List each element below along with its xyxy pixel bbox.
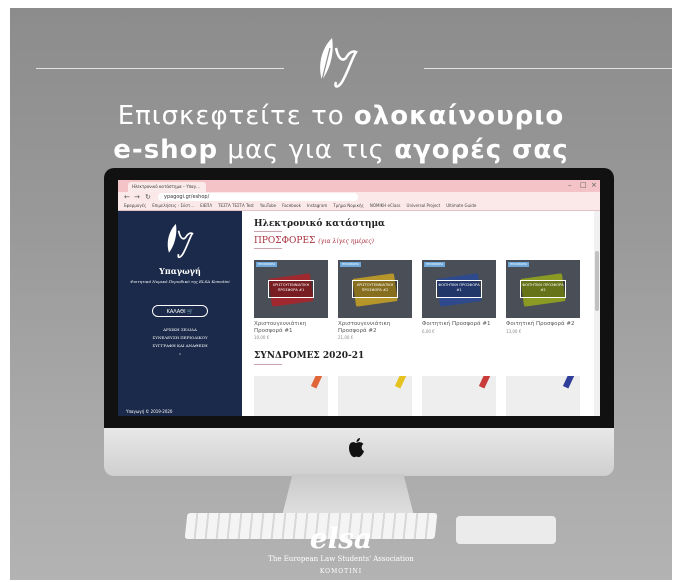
minimize-icon[interactable]: – bbox=[568, 181, 572, 189]
forward-icon[interactable]: → bbox=[134, 192, 140, 202]
sidebar-title: Υπαγωγή bbox=[159, 266, 201, 276]
maximize-icon[interactable]: □ bbox=[580, 181, 587, 189]
bookmarks-bar: Εφαρμογές Επιμελήσεις - Σύστ... ΕΙΕΠΛ ΤΕΣΤΑ… bbox=[118, 202, 600, 211]
headline-2-bold: e-shop bbox=[113, 135, 219, 165]
product-tag: ΠΡΟΣΦΟΡΑ bbox=[508, 262, 529, 267]
subscription-stripe bbox=[562, 376, 576, 389]
headline-2-normal: μας για τις bbox=[218, 135, 395, 165]
product-badge: ΦΟΙΤΗΤΙΚΗ ΠΡΟΣΦΟΡΑ #2 bbox=[520, 280, 566, 298]
bookmark-item[interactable]: ΝΟΜΙΚΗ eClass bbox=[370, 203, 401, 208]
subscriptions-title: ΣΥΝΔΡΟΜΕΣ 2020-21 bbox=[254, 351, 365, 361]
ypagogi-logo-icon bbox=[320, 38, 358, 88]
bookmark-item[interactable]: Instagram bbox=[307, 203, 327, 208]
headline-line-1: Επισκεφτείτε το ολοκαίνουριο bbox=[10, 101, 672, 131]
site-sidebar: Υπαγωγή Φοιτητικό Νομικό Περιοδικό της E… bbox=[118, 211, 242, 416]
close-icon[interactable]: × bbox=[591, 181, 597, 189]
reload-icon[interactable]: ↻ bbox=[145, 192, 151, 202]
subscriptions-underline bbox=[254, 364, 282, 365]
product-image[interactable]: ΦΟΙΤΗΤΙΚΗ ΠΡΟΣΦΟΡΑ #1 ΠΡΟΣΦΟΡΑ bbox=[422, 260, 496, 318]
subscription-card[interactable] bbox=[506, 376, 580, 416]
subscription-card[interactable] bbox=[254, 376, 328, 416]
back-icon[interactable]: ← bbox=[124, 192, 130, 202]
product-image[interactable]: ΦΟΙΤΗΤΙΚΗ ΠΡΟΣΦΟΡΑ #2 ΠΡΟΣΦΟΡΑ bbox=[506, 260, 580, 318]
subscription-stripe bbox=[478, 376, 492, 389]
sidebar-logo-icon bbox=[167, 223, 194, 259]
sidebar-subtitle: Φοιτητικό Νομικό Περιοδικό της ELSA Komo… bbox=[130, 279, 230, 284]
decorative-line-right bbox=[424, 68, 672, 69]
product-tag: ΠΡΟΣΦΟΡΑ bbox=[340, 262, 361, 267]
cart-button[interactable]: ΚΑΛΑΘΙ 🛒 bbox=[152, 305, 208, 317]
headline-1-normal: Επισκεφτείτε το bbox=[117, 101, 354, 131]
headline-2-bold-2: αγορές σας bbox=[394, 135, 569, 165]
product-card[interactable]: ΦΟΙΤΗΤΙΚΗ ΠΡΟΣΦΟΡΑ #2 ΠΡΟΣΦΟΡΑ Φοιτητική Π… bbox=[506, 260, 580, 334]
product-name[interactable]: Φοιτητική Προσφορά #1 bbox=[422, 321, 496, 328]
screen: Ηλεκτρονικό κατάστημα – Υπαγ... – □ × ← … bbox=[118, 180, 600, 416]
subscription-card[interactable] bbox=[338, 376, 412, 416]
product-price: 21,00 € bbox=[338, 335, 354, 340]
bookmark-item[interactable]: Εφαρμογές bbox=[124, 203, 146, 208]
sidebar-footer: Υπαγωγή © 2019-2020 bbox=[126, 409, 173, 414]
url-field[interactable]: ypagogi.gr/eshop/ bbox=[158, 193, 358, 201]
browser-tab-strip: Ηλεκτρονικό κατάστημα – Υπαγ... – □ × bbox=[118, 180, 600, 192]
scroll-thumb[interactable] bbox=[595, 251, 599, 311]
subscription-stripe bbox=[394, 376, 408, 389]
bookmark-item[interactable]: ΕΙΕΠΛ bbox=[200, 203, 212, 208]
product-image[interactable]: ΧΡΙΣΤΟΥΓΕΝΝΙΑΤΙΚΗ ΠΡΟΣΦΟΡΑ #2 ΠΡΟΣΦΟΡΑ bbox=[338, 260, 412, 318]
product-tag: ΠΡΟΣΦΟΡΑ bbox=[424, 262, 445, 267]
headline-1-bold: ολοκαίνουριο bbox=[353, 101, 565, 131]
product-name[interactable]: Φοιτητική Προσφορά #2 bbox=[506, 321, 580, 328]
sidebar-menu: ΑΡΧΙΚΗ ΣΕΛΙΔΑ ΣΥΝΕΛΕΥΣΗ ΠΕΡΙΟΔΙΚΟΥ ΣΥΓΓΡ… bbox=[118, 327, 242, 359]
decorative-line-left bbox=[36, 68, 284, 69]
sidebar-item-home[interactable]: ΑΡΧΙΚΗ ΣΕΛΙΔΑ bbox=[118, 327, 242, 332]
subscription-stripe bbox=[310, 376, 324, 389]
product-tag: ΠΡΟΣΦΟΡΑ bbox=[256, 262, 277, 267]
title-underline bbox=[254, 231, 282, 232]
bookmark-item[interactable]: Επιμελήσεις - Σύστ... bbox=[152, 203, 194, 208]
offers-note: (για λίγες ημέρες) bbox=[318, 238, 374, 245]
headline-line-2: e-shop μας για τις αγορές σας bbox=[10, 135, 672, 165]
browser-tab[interactable]: Ηλεκτρονικό κατάστημα – Υπαγ... bbox=[128, 182, 206, 192]
elsa-logo: elsa bbox=[309, 522, 373, 555]
sidebar-item-journal[interactable]: ΣΥΝΕΛΕΥΣΗ ΠΕΡΙΟΔΙΚΟΥ bbox=[118, 335, 242, 340]
product-card[interactable]: ΧΡΙΣΤΟΥΓΕΝΝΙΑΤΙΚΗ ΠΡΟΣΦΟΡΑ #2 ΠΡΟΣΦΟΡΑ Χρι… bbox=[338, 260, 412, 340]
bookmark-item[interactable]: YouTube bbox=[260, 203, 276, 208]
bookmark-item[interactable]: ΤΕΣΤΑ ΤΕΣΤΑ Test bbox=[218, 203, 254, 208]
subscription-card[interactable] bbox=[422, 376, 496, 416]
product-badge: ΦΟΙΤΗΤΙΚΗ ΠΡΟΣΦΟΡΑ #1 bbox=[436, 280, 482, 298]
sidebar-item-writing[interactable]: ΣΥΓΓΡΑΦΗ ΚΑΙ ΑΝΑΘΕΣΗ bbox=[118, 343, 242, 348]
scrollbar[interactable] bbox=[594, 211, 600, 416]
bookmark-item[interactable]: Ultimate Guide bbox=[446, 203, 476, 208]
site-main: Ηλεκτρονικό κατάστημα ΠΡΟΣΦΟΡΕΣ (για λίγ… bbox=[242, 211, 600, 416]
product-badge: ΧΡΙΣΤΟΥΓΕΝΝΙΑΤΙΚΗ ΠΡΟΣΦΟΡΑ #2 bbox=[352, 280, 398, 298]
elsa-city: KOMOTINI bbox=[319, 568, 363, 575]
product-image[interactable]: ΧΡΙΣΤΟΥΓΕΝΝΙΑΤΙΚΗ ΠΡΟΣΦΟΡΑ #1 ΠΡΟΣΦΟΡΑ bbox=[254, 260, 328, 318]
store-title: Ηλεκτρονικό κατάστημα bbox=[254, 219, 385, 229]
apple-icon bbox=[349, 438, 364, 458]
bookmark-item[interactable]: Universal Project bbox=[407, 203, 441, 208]
product-price: 13,00 € bbox=[506, 328, 522, 334]
product-name[interactable]: Χριστουγεννιάτικη Προσφορά #2 bbox=[338, 321, 412, 334]
bookmark-item[interactable]: Τμήμα Νομικής bbox=[333, 203, 364, 208]
bookmark-item[interactable]: Facebook bbox=[282, 203, 301, 208]
sidebar-item-more[interactable]: » bbox=[118, 351, 242, 356]
product-name[interactable]: Χριστουγεννιάτικη Προσφορά #1 bbox=[254, 321, 328, 334]
product-price: 10,00 € bbox=[254, 335, 270, 340]
offers-underline bbox=[254, 248, 282, 249]
offers-heading: ΠΡΟΣΦΟΡΕΣ bbox=[254, 236, 316, 246]
address-bar-row: ← → ↻ ypagogi.gr/eshop/ bbox=[118, 192, 600, 202]
poster: Επισκεφτείτε το ολοκαίνουριο e-shop μας … bbox=[10, 8, 672, 580]
imac-stand bbox=[282, 474, 414, 516]
offers-title: ΠΡΟΣΦΟΡΕΣ (για λίγες ημέρες) bbox=[254, 236, 374, 246]
product-price: 6,00 € bbox=[422, 328, 435, 334]
product-card[interactable]: ΧΡΙΣΤΟΥΓΕΝΝΙΑΤΙΚΗ ΠΡΟΣΦΟΡΑ #1 ΠΡΟΣΦΟΡΑ Χρι… bbox=[254, 260, 328, 340]
product-badge: ΧΡΙΣΤΟΥΓΕΝΝΙΑΤΙΚΗ ΠΡΟΣΦΟΡΑ #1 bbox=[268, 280, 314, 298]
product-card[interactable]: ΦΟΙΤΗΤΙΚΗ ΠΡΟΣΦΟΡΑ #1 ΠΡΟΣΦΟΡΑ Φοιτητική Π… bbox=[422, 260, 496, 334]
elsa-org-name: The European Law Students' Association bbox=[268, 555, 414, 563]
